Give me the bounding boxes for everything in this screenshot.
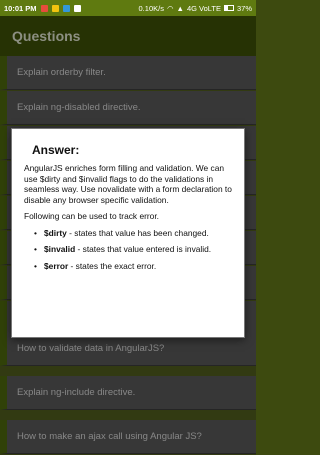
list-item: • $error - states the exact error. bbox=[34, 261, 232, 271]
flag-desc: - states the exact error. bbox=[68, 260, 157, 271]
status-time: 10:01 PM bbox=[4, 3, 37, 13]
dialog-paragraph: Following can be used to track error. bbox=[24, 211, 159, 222]
wifi-icon: ◠ bbox=[166, 3, 174, 13]
app-notification-icon bbox=[62, 4, 70, 12]
app-notification-icon bbox=[73, 4, 81, 12]
list-item: • $invalid - states that value entered i… bbox=[34, 244, 232, 254]
network-speed: 0.10K/s bbox=[138, 3, 164, 13]
bullet-icon: • bbox=[34, 227, 37, 238]
error-flag-list: • $dirty - states that value has been ch… bbox=[24, 228, 232, 271]
flag-term: $dirty bbox=[44, 227, 67, 238]
network-type: 4G VoLTE bbox=[186, 3, 221, 13]
flag-desc: - states that value entered is invalid. bbox=[75, 244, 212, 255]
status-bar: 10:01 PM 0.10K/s ◠ ▲ 4G VoLTE 37% bbox=[0, 0, 256, 16]
battery-percent: 37% bbox=[236, 3, 252, 13]
list-item: • $dirty - states that value has been ch… bbox=[34, 228, 232, 238]
bullet-icon: • bbox=[34, 244, 37, 255]
app-notification-icon bbox=[51, 4, 59, 12]
flag-term: $error bbox=[44, 260, 69, 271]
dialog-title: Answer: bbox=[32, 143, 80, 157]
flag-desc: - states that value has been changed. bbox=[66, 227, 209, 238]
dialog-paragraph: AngularJS enriches form filling and vali… bbox=[24, 163, 232, 205]
app-notification-icon bbox=[40, 4, 48, 12]
battery-icon bbox=[223, 5, 234, 11]
status-right: 0.10K/s ◠ ▲ 4G VoLTE 37% bbox=[139, 4, 252, 13]
signal-icon: ▲ bbox=[176, 3, 184, 13]
bullet-icon: • bbox=[34, 260, 37, 271]
flag-term: $invalid bbox=[44, 244, 76, 255]
answer-dialog: Answer: AngularJS enriches form filling … bbox=[11, 128, 245, 338]
